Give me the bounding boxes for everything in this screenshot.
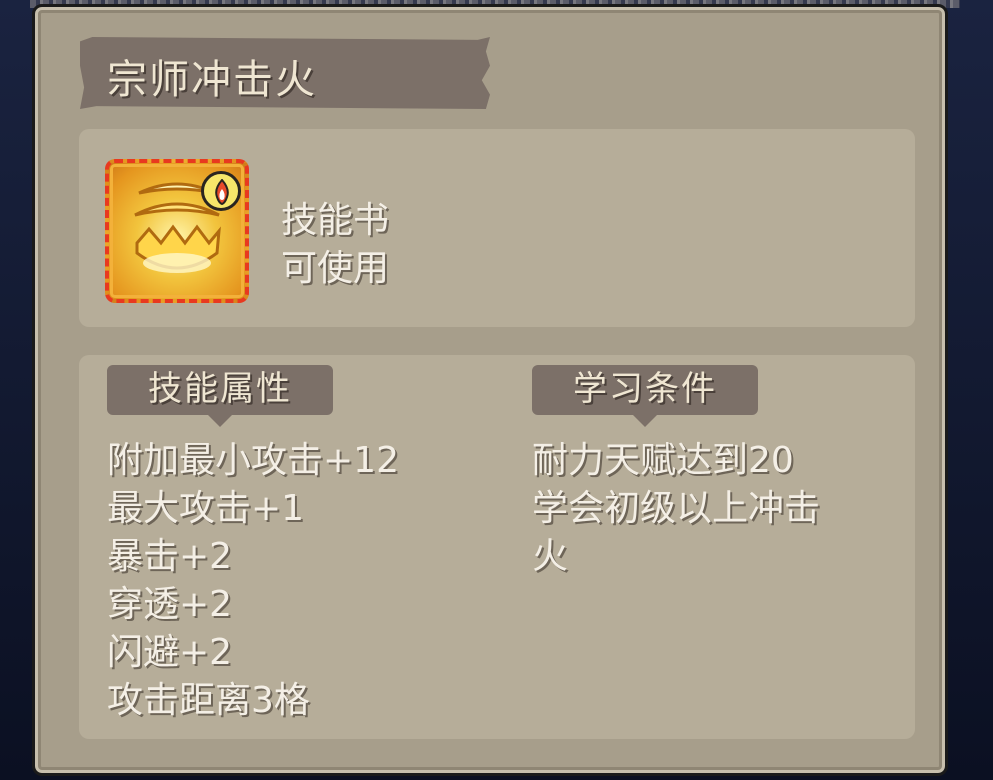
skill-attributes-heading: 技能属性	[107, 365, 333, 427]
learn-requirements-heading: 学习条件	[532, 365, 758, 427]
skill-title: 宗师冲击火	[107, 57, 317, 103]
attribute-line: 攻击距离3格	[107, 680, 310, 721]
item-usable-status: 可使用	[281, 248, 390, 289]
requirement-line: 火	[532, 536, 569, 577]
game-screen: 宗师冲击火 技能书 可使用 技能属性 学习条件 附加最小攻击+12 最大攻击+1…	[0, 0, 993, 780]
attribute-line: 最大攻击+1	[107, 488, 305, 529]
item-tooltip-panel: 宗师冲击火 技能书 可使用 技能属性 学习条件 附加最小攻击+12 最大攻击+1…	[32, 4, 948, 776]
attribute-line: 穿透+2	[107, 584, 233, 625]
item-type-label: 技能书	[281, 200, 390, 241]
requirement-line: 学会初级以上冲击	[532, 488, 821, 529]
attribute-line: 附加最小攻击+12	[107, 440, 399, 481]
attribute-line: 暴击+2	[107, 536, 233, 577]
requirement-line: 耐力天赋达到20	[532, 440, 794, 481]
attribute-line: 闪避+2	[107, 632, 233, 673]
flame-badge-icon	[201, 171, 241, 211]
